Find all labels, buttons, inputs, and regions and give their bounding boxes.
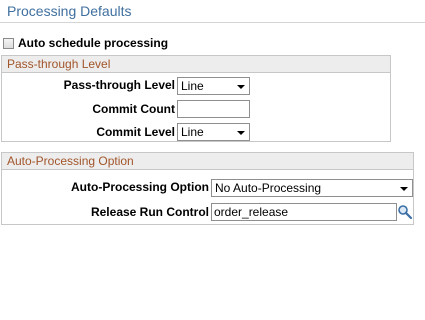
autoprocessing-option-value: No Auto-Processing — [215, 181, 322, 195]
chevron-down-icon — [237, 85, 245, 89]
autoprocessing-option-group: Auto-Processing Option Auto-Processing O… — [1, 152, 414, 225]
passthrough-level-label: Pass-through Level — [63, 78, 175, 92]
release-run-control-label: Release Run Control — [90, 205, 209, 219]
commit-count-input[interactable] — [177, 100, 250, 118]
chevron-down-icon — [237, 131, 245, 135]
autoprocessing-group-header: Auto-Processing Option — [2, 153, 413, 170]
commit-level-select[interactable]: Line — [177, 123, 250, 141]
title-divider — [0, 22, 425, 23]
page-title: Processing Defaults — [7, 3, 132, 19]
auto-schedule-label: Auto schedule processing — [18, 36, 169, 50]
autoprocessing-option-select[interactable]: No Auto-Processing — [211, 179, 413, 197]
passthrough-level-select[interactable]: Line — [177, 77, 250, 95]
passthrough-level-group: Pass-through Level Pass-through Level Li… — [1, 55, 391, 142]
commit-level-label: Commit Level — [96, 125, 175, 139]
release-run-control-input[interactable]: order_release — [211, 203, 397, 221]
chevron-down-icon — [400, 187, 408, 191]
magnifier-lookup-icon[interactable] — [397, 204, 413, 220]
auto-schedule-checkbox[interactable] — [3, 37, 14, 49]
passthrough-level-value: Line — [181, 79, 204, 93]
autoprocessing-option-label: Auto-Processing Option — [71, 180, 209, 194]
commit-level-value: Line — [181, 125, 204, 139]
auto-schedule-row[interactable]: Auto schedule processing — [3, 36, 168, 50]
passthrough-level-group-header: Pass-through Level — [2, 56, 390, 73]
processing-defaults-page: Processing Defaults Auto schedule proces… — [0, 0, 425, 320]
commit-count-label: Commit Count — [92, 102, 175, 116]
